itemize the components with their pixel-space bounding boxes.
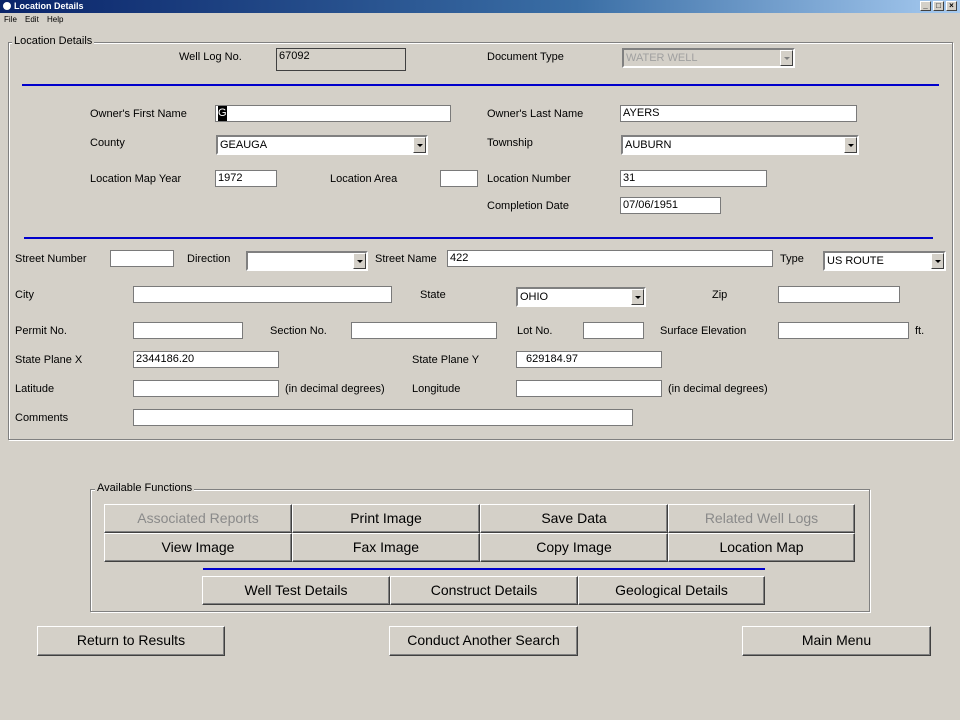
divider-2 — [24, 237, 933, 239]
app-icon — [2, 1, 12, 11]
longitude-label: Longitude — [412, 383, 461, 395]
permit-no-label: Permit No. — [15, 325, 67, 337]
well-log-no-field: 67092 — [276, 48, 406, 71]
state-plane-y-label: State Plane Y — [412, 354, 480, 366]
latitude-hint: (in decimal degrees) — [285, 383, 385, 395]
county-value: GEAUGA — [220, 139, 268, 151]
longitude-hint: (in decimal degrees) — [668, 383, 768, 395]
type-label: Type — [780, 253, 804, 265]
longitude-input[interactable] — [516, 380, 662, 397]
township-select[interactable]: AUBURN — [621, 135, 859, 155]
surface-elevation-label: Surface Elevation — [660, 325, 747, 337]
completion-date-input[interactable]: 07/06/1951 — [620, 197, 721, 214]
map-year-label: Location Map Year — [90, 173, 182, 185]
divider-3 — [203, 568, 765, 570]
location-area-label: Location Area — [330, 173, 398, 185]
chevron-down-icon — [780, 50, 793, 66]
city-input[interactable] — [133, 286, 392, 303]
state-label: State — [420, 289, 446, 301]
related-well-logs-button[interactable]: Related Well Logs — [668, 504, 855, 533]
surface-elevation-input[interactable] — [778, 322, 909, 339]
permit-no-input[interactable] — [133, 322, 243, 339]
return-to-results-button[interactable]: Return to Results — [37, 626, 225, 656]
direction-select[interactable] — [246, 251, 368, 271]
owner-last-name-label: Owner's Last Name — [487, 108, 584, 120]
chevron-down-icon[interactable] — [931, 253, 944, 269]
state-plane-x-label: State Plane X — [15, 354, 83, 366]
document-type-label: Document Type — [487, 51, 564, 63]
township-value: AUBURN — [625, 139, 672, 151]
owner-first-name-value: G — [218, 106, 227, 121]
main-menu-button[interactable]: Main Menu — [742, 626, 931, 656]
save-data-button[interactable]: Save Data — [480, 504, 668, 533]
available-functions-legend: Available Functions — [95, 482, 195, 494]
well-test-details-button[interactable]: Well Test Details — [202, 576, 390, 605]
elevation-unit-label: ft. — [915, 325, 925, 337]
comments-input[interactable] — [133, 409, 633, 426]
owner-first-name-input[interactable]: G — [215, 105, 451, 122]
location-area-input[interactable] — [440, 170, 478, 187]
section-no-input[interactable] — [351, 322, 497, 339]
menu-file[interactable]: File — [4, 13, 17, 26]
chevron-down-icon[interactable] — [631, 289, 644, 305]
state-select[interactable]: OHIO — [516, 287, 646, 307]
chevron-down-icon[interactable] — [413, 137, 426, 153]
location-details-legend: Location Details — [12, 35, 95, 47]
fax-image-button[interactable]: Fax Image — [292, 533, 480, 562]
chevron-down-icon[interactable] — [844, 137, 857, 153]
type-select[interactable]: US ROUTE — [823, 251, 946, 271]
section-no-label: Section No. — [270, 325, 327, 337]
title-bar: Location Details _ □ × — [0, 0, 960, 13]
county-select[interactable]: GEAUGA — [216, 135, 428, 155]
close-icon[interactable]: × — [946, 1, 957, 11]
type-value: US ROUTE — [827, 255, 884, 267]
direction-label: Direction — [187, 253, 231, 265]
street-number-label: Street Number — [15, 253, 87, 265]
completion-date-label: Completion Date — [487, 200, 569, 212]
menu-bar: File Edit Help — [0, 13, 960, 26]
state-value: OHIO — [520, 291, 549, 303]
divider-1 — [22, 84, 939, 86]
state-plane-x-input[interactable]: 2344186.20 — [133, 351, 279, 368]
owner-last-name-input[interactable]: AYERS — [620, 105, 857, 122]
conduct-another-search-button[interactable]: Conduct Another Search — [389, 626, 578, 656]
street-name-input[interactable]: 422 — [447, 250, 773, 267]
document-type-select: WATER WELL — [622, 48, 795, 68]
street-number-input[interactable] — [110, 250, 174, 267]
minimize-icon[interactable]: _ — [920, 1, 931, 11]
township-label: Township — [487, 137, 533, 149]
zip-label: Zip — [712, 289, 728, 301]
menu-edit[interactable]: Edit — [25, 13, 39, 26]
map-year-input[interactable]: 1972 — [215, 170, 277, 187]
lot-no-label: Lot No. — [517, 325, 553, 337]
geological-details-button[interactable]: Geological Details — [578, 576, 765, 605]
latitude-input[interactable] — [133, 380, 279, 397]
chevron-down-icon[interactable] — [353, 253, 366, 269]
associated-reports-button[interactable]: Associated Reports — [104, 504, 292, 533]
state-plane-y-input[interactable]: 629184.97 — [516, 351, 662, 368]
location-map-button[interactable]: Location Map — [668, 533, 855, 562]
zip-input[interactable] — [778, 286, 900, 303]
document-type-value: WATER WELL — [626, 52, 698, 64]
window-title: Location Details — [14, 1, 84, 11]
copy-image-button[interactable]: Copy Image — [480, 533, 668, 562]
street-name-label: Street Name — [375, 253, 437, 265]
well-log-no-label: Well Log No. — [179, 51, 242, 63]
owner-first-name-label: Owner's First Name — [90, 108, 187, 120]
location-number-label: Location Number — [487, 173, 571, 185]
restore-icon[interactable]: □ — [933, 1, 944, 11]
menu-help[interactable]: Help — [47, 13, 63, 26]
county-label: County — [90, 137, 125, 149]
lot-no-input[interactable] — [583, 322, 644, 339]
location-number-input[interactable]: 31 — [620, 170, 767, 187]
construct-details-button[interactable]: Construct Details — [390, 576, 578, 605]
view-image-button[interactable]: View Image — [104, 533, 292, 562]
print-image-button[interactable]: Print Image — [292, 504, 480, 533]
city-label: City — [15, 289, 34, 301]
comments-label: Comments — [15, 412, 69, 424]
latitude-label: Latitude — [15, 383, 55, 395]
